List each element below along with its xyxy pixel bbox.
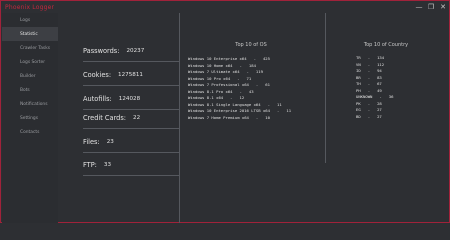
stat-value: 20237 <box>126 47 145 54</box>
stat-label: Passwords: <box>83 46 120 55</box>
stat-label: Autofills: <box>83 94 112 103</box>
app-window: Phoenix Logger — ❐ ✕ Logs Statistic Craw… <box>0 0 450 223</box>
stat-value: 22 <box>133 114 141 121</box>
top-os-title: Top 10 of OS <box>235 42 267 48</box>
top-os-list: Windows 10 Enterprise x64 - 425 Windows … <box>188 56 300 121</box>
sidebar-item-logs[interactable]: Logs <box>2 13 58 27</box>
stat-row-ftp: FTP: 33 <box>83 154 179 176</box>
divider <box>325 13 326 163</box>
sidebar-item-logs-sorter[interactable]: Logs Sorter <box>2 55 58 69</box>
maximize-icon[interactable]: ❐ <box>425 1 437 13</box>
stat-row-cookies: Cookies: 1275811 <box>83 64 179 86</box>
stat-value: 23 <box>106 138 114 145</box>
list-item: Windows 10 Enterprise 2016 LTSB x64 - 11 <box>188 108 292 114</box>
stat-label: Files: <box>83 137 100 146</box>
list-item: Windows 7 Home Premium x64 - 10 <box>188 114 270 120</box>
divider <box>179 13 180 223</box>
title-bar[interactable]: Phoenix Logger — ❐ ✕ <box>1 1 449 13</box>
stat-label: Cookies: <box>83 70 112 79</box>
window-title: Phoenix Logger <box>5 3 55 11</box>
stats-panel: Passwords: 20237 Cookies: 1275811 Autofi… <box>59 13 179 223</box>
sidebar-item-builder[interactable]: Builder <box>2 69 58 83</box>
stat-row-files: Files: 23 <box>83 131 179 153</box>
sidebar-item-bots[interactable]: Bots <box>2 83 58 97</box>
stat-label: FTP: <box>83 160 97 169</box>
window-controls: — ❐ ✕ <box>413 1 449 13</box>
sidebar: Logs Statistic Crawler Tasks Logs Sorter… <box>2 13 58 223</box>
sidebar-item-notifications[interactable]: Notifications <box>2 97 58 111</box>
close-icon[interactable]: ✕ <box>437 1 449 13</box>
stat-value: 1275811 <box>118 71 143 78</box>
sidebar-item-contacts[interactable]: Contacts <box>2 125 58 139</box>
sidebar-item-statistic[interactable]: Statistic <box>2 27 58 41</box>
stat-label: Credit Cards: <box>83 113 127 122</box>
sidebar-item-settings[interactable]: Settings <box>2 111 58 125</box>
stat-row-passwords: Passwords: 20237 <box>83 40 179 62</box>
sidebar-item-crawler-tasks[interactable]: Crawler Tasks <box>2 41 58 55</box>
top-country-title: Top 10 of Country <box>363 42 409 48</box>
stat-value: 124028 <box>118 95 141 102</box>
list-item: BD - 27 <box>356 113 382 119</box>
stat-value: 33 <box>103 161 112 168</box>
minimize-icon[interactable]: — <box>413 1 425 13</box>
stat-row-credit-cards: Credit Cards: 22 <box>83 107 179 129</box>
top-country-list: TR - 134 VN - 112 ID - 94 BR - 83 TH - 6… <box>356 55 416 120</box>
